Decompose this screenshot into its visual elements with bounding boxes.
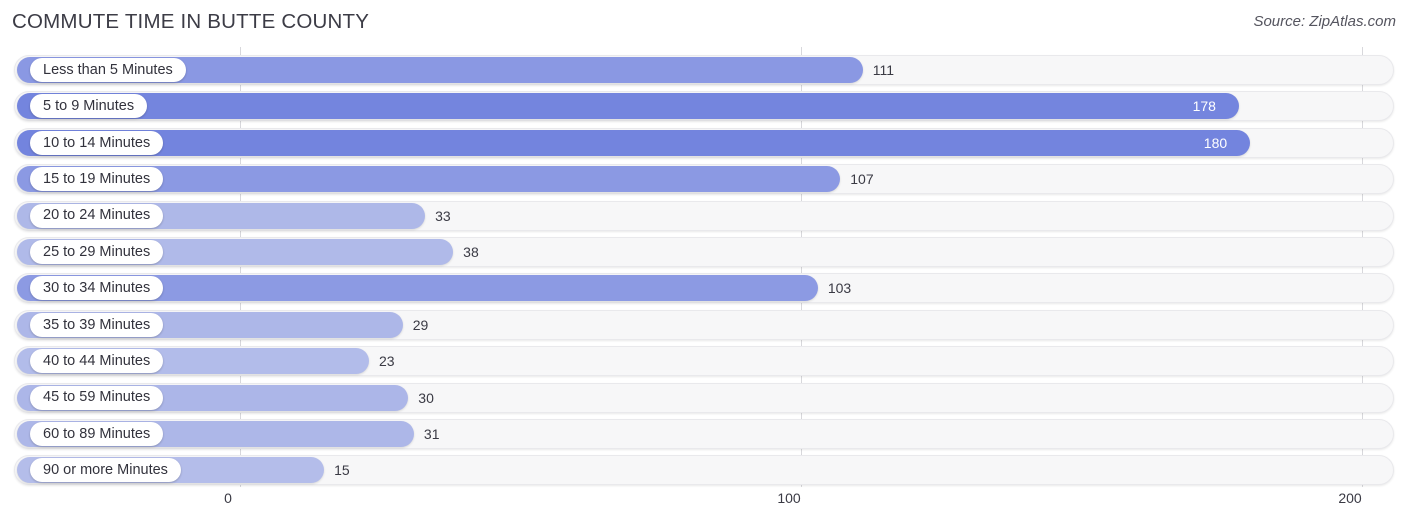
category-label: 25 to 29 Minutes: [43, 243, 151, 260]
x-tick-label: 0: [224, 490, 232, 506]
value-label: 33: [435, 207, 451, 224]
value-label: 29: [412, 316, 429, 333]
category-label: 15 to 19 Minutes: [43, 170, 151, 187]
category-label-pill: 90 or more Minutes: [30, 458, 181, 483]
category-label: Less than 5 Minutes: [43, 61, 173, 78]
bar-row[interactable]: 15 to 19 Minutes 107: [0, 164, 1406, 195]
category-label: 20 to 24 Minutes: [43, 207, 151, 224]
value-label: 38: [463, 244, 479, 260]
plot-area: Less than 5 Minutes 111 5 to 9 Minutes 178 1…: [0, 47, 1406, 487]
bar-row[interactable]: 40 to 44 Minutes 23: [0, 346, 1406, 377]
value-bar[interactable]: [17, 93, 1239, 120]
category-label-pill: 60 to 89 Minutes: [30, 422, 164, 446]
value-label: 30: [418, 389, 434, 406]
category-label: 35 to 39 Minutes: [43, 316, 151, 333]
category-label-pill: 10 to 14 Minutes: [30, 130, 164, 155]
category-label: 5 to 9 Minutes: [43, 98, 135, 115]
value-label: 31: [423, 426, 440, 442]
category-label-pill: 25 to 29 Minutes: [30, 240, 164, 264]
value-label: 107: [850, 171, 874, 188]
value-label: 15: [334, 462, 350, 479]
category-label: 60 to 89 Minutes: [43, 425, 151, 442]
bar-row[interactable]: 10 to 14 Minutes 180: [0, 127, 1406, 158]
category-label-pill: 15 to 19 Minutes: [30, 167, 164, 192]
category-label: 45 to 59 Minutes: [43, 389, 151, 406]
category-label: 30 to 34 Minutes: [43, 280, 151, 297]
page-title: COMMUTE TIME IN BUTTE COUNTY: [12, 10, 370, 33]
x-axis: 0 100 200: [0, 487, 1406, 523]
category-label: 40 to 44 Minutes: [43, 352, 151, 369]
category-label-pill: 35 to 39 Minutes: [30, 312, 164, 337]
category-label-pill: 5 to 9 Minutes: [30, 94, 148, 119]
bar-row[interactable]: 30 to 34 Minutes 103: [0, 273, 1406, 304]
bar-row[interactable]: 25 to 29 Minutes 38: [0, 237, 1406, 267]
value-label: 180: [1203, 134, 1228, 151]
category-label-pill: 45 to 59 Minutes: [30, 385, 164, 410]
category-label: 10 to 14 Minutes: [43, 134, 151, 151]
value-label: 23: [379, 353, 395, 370]
category-label: 90 or more Minutes: [43, 462, 168, 479]
chart-header: COMMUTE TIME IN BUTTE COUNTY Source: Zip…: [0, 0, 1406, 45]
x-tick-label: 100: [777, 490, 801, 506]
category-label-pill: Less than 5 Minutes: [30, 58, 186, 82]
chart-page: COMMUTE TIME IN BUTTE COUNTY Source: Zip…: [0, 0, 1406, 523]
bar-row[interactable]: 90 or more Minutes 15: [0, 455, 1406, 486]
bar-rows: Less than 5 Minutes 111 5 to 9 Minutes 178 1…: [0, 47, 1406, 487]
category-label-pill: 20 to 24 Minutes: [30, 203, 164, 228]
bar-row[interactable]: 60 to 89 Minutes 31: [0, 419, 1406, 449]
category-label-pill: 30 to 34 Minutes: [30, 276, 164, 301]
value-label: 103: [827, 280, 852, 297]
x-tick-label: 200: [1338, 490, 1362, 506]
value-bar[interactable]: [17, 129, 1250, 156]
value-label: 178: [1192, 98, 1216, 115]
bar-row[interactable]: 35 to 39 Minutes 29: [0, 309, 1406, 340]
value-label: 111: [872, 62, 894, 78]
category-label-pill: 40 to 44 Minutes: [30, 349, 164, 374]
bar-row[interactable]: 5 to 9 Minutes 178: [0, 91, 1406, 122]
bar-row[interactable]: 20 to 24 Minutes 33: [0, 200, 1406, 231]
bar-row[interactable]: 45 to 59 Minutes 30: [0, 382, 1406, 413]
bar-row[interactable]: Less than 5 Minutes 111: [0, 55, 1406, 85]
source-attribution: Source: ZipAtlas.com: [1253, 13, 1396, 30]
